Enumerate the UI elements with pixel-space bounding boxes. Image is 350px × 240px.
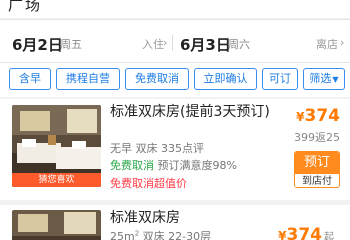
filter-breakfast[interactable]: 含早 [9,68,51,90]
room-title: 标准双床房(提前3天预订) [110,104,270,120]
filter-ctrip-self-operated[interactable]: 携程自营 [56,68,120,90]
room-meta: 25m2 双床 22-30层 [110,228,211,240]
filter-available[interactable]: 可订 [262,68,298,90]
hotel-room-image [12,210,101,240]
checkout-label: 离店 [316,38,338,51]
checkin-weekday: 周五 [60,38,82,51]
promo-text: 免费取消超值价 [110,177,187,190]
filter-more-label: 筛选 [309,72,332,85]
location-text: 广场 [8,0,43,14]
room-photo[interactable]: 猜您喜欢 [12,105,101,187]
room-price: ¥374 起 [278,225,334,240]
price-from-suffix: 起 [324,232,334,240]
recommend-badge: 猜您喜欢 [12,173,101,187]
room-area: 25m [110,230,135,240]
room-card[interactable]: 标准双床房 25m2 双床 22-30层 ¥374 起 [0,205,350,240]
price-value: 374 [286,225,323,240]
currency-symbol: ¥ [278,229,287,240]
book-button[interactable]: 预订 到店付 [294,151,340,188]
room-card[interactable]: 猜您喜欢 标准双床房(提前3天预订) 无早 双床 335点评 免费取消 预订满意… [0,99,350,200]
chevron-right-icon: › [163,36,168,49]
location-header: 广场 [0,0,350,18]
room-price: ¥374 [296,106,340,126]
checkin-label: 入住 [142,38,164,51]
date-selector[interactable]: 6月2日 周五 入住 › 6月3日 周六 离店 › [0,20,350,62]
room-policy: 免费取消 预订满意度98% [110,157,237,173]
checkin-date[interactable]: 6月2日 [12,34,63,55]
room-meta: 无早 双床 335点评 [110,142,204,155]
pay-at-hotel-label: 到店付 [295,174,339,187]
checkout-weekday: 周六 [228,38,250,51]
room-photo[interactable] [12,210,101,240]
currency-symbol: ¥ [296,110,305,124]
satisfaction-text: 预订满意度98% [157,159,237,172]
chevron-right-icon: › [340,36,345,49]
checkout-date[interactable]: 6月3日 [180,34,231,55]
filter-more-button[interactable]: 筛选▼ [303,68,345,90]
filter-instant-confirm[interactable]: 立即确认 [194,68,257,90]
room-title: 标准双床房 [110,210,180,226]
caret-down-icon: ▼ [332,75,339,84]
room-details: 双床 22-30层 [139,230,212,240]
price-original-cashback: 399返25 [294,131,340,144]
date-separator [172,35,173,51]
filter-bar: 含早 携程自营 免费取消 立即确认 可订 筛选▼ [0,63,350,97]
filter-free-cancel[interactable]: 免费取消 [125,68,189,90]
price-value: 374 [304,106,341,126]
book-button-label: 预订 [295,152,339,174]
free-cancel-tag: 免费取消 [110,159,154,172]
